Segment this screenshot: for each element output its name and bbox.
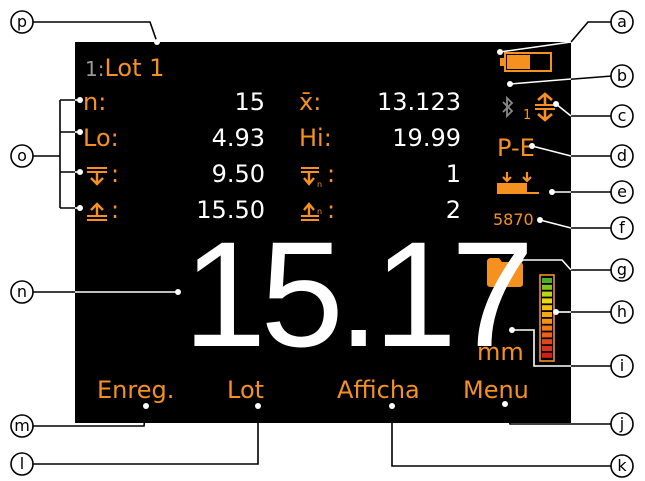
callout-m: m bbox=[10, 414, 34, 438]
svg-text:f: f bbox=[619, 218, 625, 237]
callout-o: o bbox=[10, 144, 34, 168]
svg-text:n: n bbox=[17, 282, 27, 301]
callout-h: h bbox=[610, 300, 634, 324]
callout-f: f bbox=[610, 216, 634, 240]
svg-text:d: d bbox=[617, 146, 627, 165]
callout-e: e bbox=[610, 180, 634, 204]
svg-text:o: o bbox=[17, 146, 27, 165]
callout-d: d bbox=[610, 144, 634, 168]
svg-text:g: g bbox=[617, 260, 627, 279]
svg-text:c: c bbox=[618, 106, 627, 125]
svg-text:a: a bbox=[617, 12, 627, 31]
callout-b: b bbox=[610, 64, 634, 88]
svg-text:e: e bbox=[617, 182, 627, 201]
svg-text:h: h bbox=[617, 302, 627, 321]
callout-g: g bbox=[610, 258, 634, 282]
callout-j: j bbox=[610, 412, 634, 436]
callout-k: k bbox=[610, 454, 634, 478]
svg-text:l: l bbox=[20, 454, 24, 473]
callout-a: a bbox=[610, 10, 634, 34]
svg-text:k: k bbox=[617, 456, 627, 475]
callout-c: c bbox=[610, 104, 634, 128]
callout-overlay: p a b c d e f g h i j k l m n o bbox=[10, 10, 634, 478]
svg-text:j: j bbox=[619, 414, 624, 433]
svg-text:m: m bbox=[14, 416, 30, 435]
svg-text:b: b bbox=[617, 66, 627, 85]
svg-text:p: p bbox=[17, 12, 27, 31]
callout-p: p bbox=[10, 10, 34, 34]
callout-i: i bbox=[610, 354, 634, 378]
svg-text:i: i bbox=[620, 356, 624, 375]
callout-n: n bbox=[10, 280, 34, 304]
callout-l: l bbox=[10, 452, 34, 476]
callout-leaders bbox=[32, 21, 613, 467]
